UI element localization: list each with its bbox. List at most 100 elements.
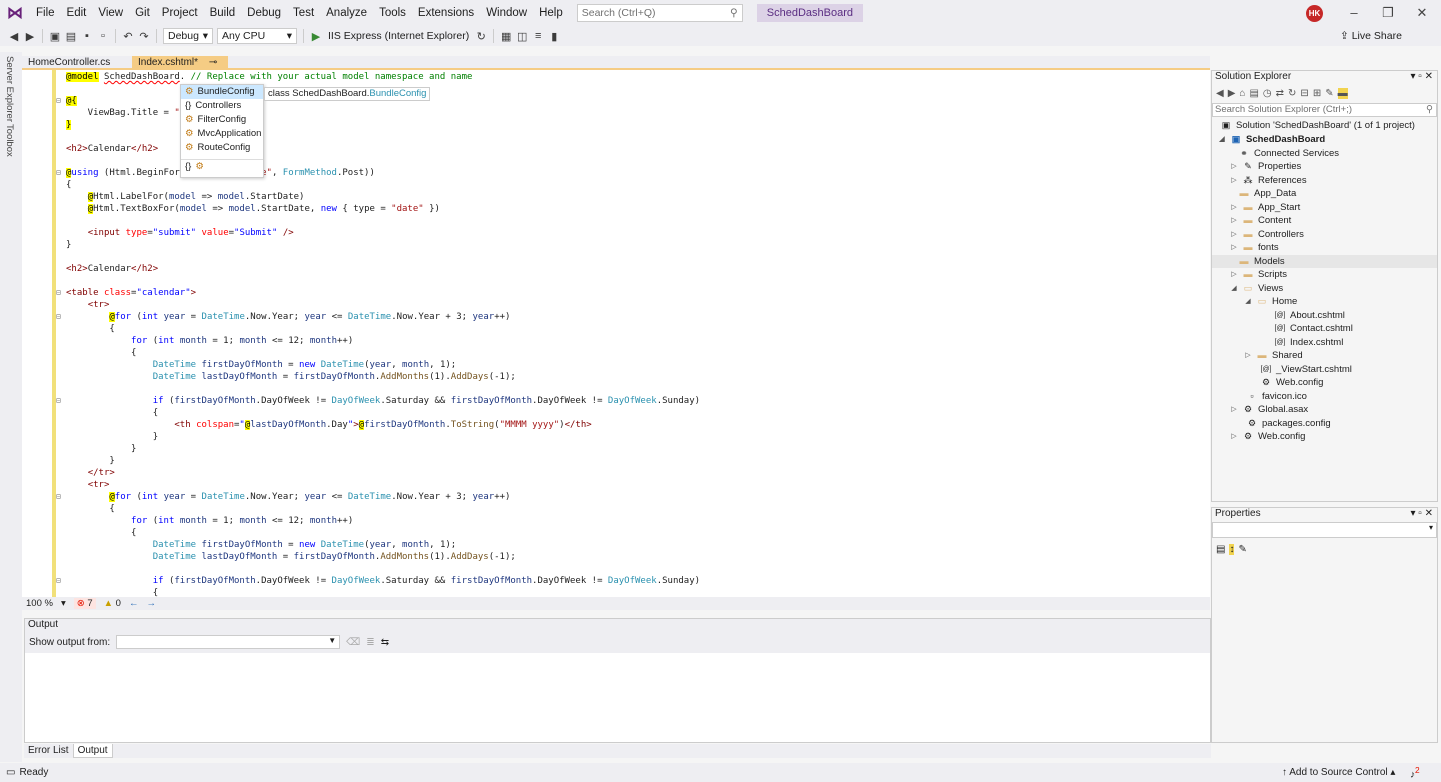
tree-solution[interactable]: ▣ Solution 'SchedDashBoard' (1 of 1 proje… — [1220, 119, 1415, 132]
collapsed-icon[interactable]: ▷ — [1230, 268, 1238, 281]
notifications[interactable]: ♪2 — [1410, 765, 1420, 780]
collapsed-icon[interactable]: ▷ — [1230, 228, 1238, 241]
switch-views-icon[interactable]: ▤ — [1249, 88, 1258, 99]
toolbox-tab[interactable]: Toolbox — [4, 124, 15, 157]
tab-homecontroller[interactable]: HomeController.cs — [22, 56, 130, 70]
next-issue-icon[interactable]: → — [146, 598, 156, 609]
menu-debug[interactable]: Debug — [241, 0, 287, 26]
completion-item[interactable]: {} Controllers — [181, 99, 263, 113]
tree-file[interactable]: ▫ favicon.ico — [1246, 390, 1307, 403]
collapse-all-icon[interactable]: ⊟ — [1300, 88, 1308, 99]
tree-properties[interactable]: ▷ ✎ Properties — [1230, 160, 1301, 173]
completion-item[interactable]: ⚙ MvcApplication — [181, 127, 263, 141]
menu-tools[interactable]: Tools — [373, 0, 412, 26]
sync-icon[interactable]: ⇄ — [1276, 88, 1284, 99]
property-pages-icon[interactable]: ✎ — [1238, 544, 1246, 555]
new-project-icon[interactable]: ▣ — [47, 30, 63, 43]
menu-git[interactable]: Git — [129, 0, 156, 26]
collapsed-icon[interactable]: ▷ — [1230, 160, 1238, 173]
menu-window[interactable]: Window — [480, 0, 533, 26]
tab-output[interactable]: Output — [72, 744, 113, 758]
visual-studio-logo-icon[interactable]: ⋈ — [0, 0, 30, 26]
avatar[interactable]: HK — [1306, 5, 1323, 22]
undo-icon[interactable]: ↶ — [120, 30, 136, 43]
properties-icon[interactable]: ✎ — [1325, 88, 1333, 99]
clear-icon[interactable]: ⌫ — [346, 637, 360, 648]
find-icon[interactable]: ≣ — [366, 637, 374, 648]
expanded-icon[interactable]: ◢ — [1244, 295, 1252, 308]
tree-folder[interactable]: ▷ ▬ Controllers — [1230, 228, 1304, 241]
collapsed-icon[interactable]: ▷ — [1230, 403, 1238, 416]
home-icon[interactable]: ⌂ — [1239, 88, 1245, 99]
back-icon[interactable]: ◀ — [6, 30, 22, 43]
expanded-icon[interactable]: ◢ — [1218, 133, 1226, 146]
refresh-icon[interactable]: ↻ — [473, 30, 489, 43]
tab-error-list[interactable]: Error List — [24, 744, 73, 758]
bookmark-icon[interactable]: ▮ — [546, 30, 562, 43]
tree-file[interactable]: ⚙ Web.config — [1260, 376, 1323, 389]
tree-folder[interactable]: ▷ ▬ Content — [1230, 214, 1291, 227]
pane-controls[interactable]: ▾ ▫ ✕ — [1411, 508, 1434, 520]
tree-file[interactable]: [@] _ViewStart.cshtml — [1260, 363, 1352, 376]
alphabetical-icon[interactable]: ↕ — [1229, 543, 1235, 555]
tree-folder[interactable]: ◢ ▭ Views — [1230, 282, 1283, 295]
save-icon[interactable]: ▪ — [79, 30, 95, 42]
refresh-icon[interactable]: ↻ — [1288, 88, 1296, 99]
tree-file[interactable]: ▷ ⚙ Global.asax — [1230, 403, 1308, 416]
tree-file[interactable]: [@] Index.cshtml — [1274, 336, 1344, 349]
solution-search-input[interactable]: Search Solution Explorer (Ctrl+;) ⚲ — [1212, 103, 1437, 117]
tree-folder[interactable]: ▷ ▬ Shared — [1244, 349, 1302, 362]
completion-item[interactable]: ⚙ FilterConfig — [181, 113, 263, 127]
preview-icon[interactable]: ▬ — [1337, 87, 1348, 99]
run-icon[interactable]: ▶ — [308, 30, 324, 43]
open-folder-icon[interactable]: ▤ — [63, 30, 79, 43]
show-all-files-icon[interactable]: ⊞ — [1313, 88, 1321, 99]
history-icon[interactable]: ◷ — [1263, 88, 1272, 99]
minimize-button[interactable]: – — [1337, 0, 1371, 26]
tree-project[interactable]: ◢ ▣ SchedDashBoard — [1218, 133, 1325, 146]
server-explorer-tab[interactable]: Server Explorer — [4, 56, 15, 122]
object-selector[interactable]: ▾ — [1212, 522, 1437, 538]
menu-extensions[interactable]: Extensions — [412, 0, 480, 26]
menu-project[interactable]: Project — [156, 0, 204, 26]
restore-button[interactable]: ❐ — [1371, 0, 1405, 26]
output-source-select[interactable]: ▼ — [116, 635, 341, 649]
tree-folder[interactable]: ▷ ▬ App_Start — [1230, 201, 1300, 214]
menu-file[interactable]: File — [30, 0, 61, 26]
completion-item[interactable]: ⚙ BundleConfig — [181, 85, 263, 99]
tree-folder[interactable]: ▷ ▬ Scripts — [1230, 268, 1287, 281]
pin-icon[interactable]: ⊸ — [209, 57, 217, 68]
tree-file[interactable]: [@] About.cshtml — [1274, 309, 1345, 322]
save-all-icon[interactable]: ▫ — [95, 30, 111, 42]
tree-folder[interactable]: ▷ ▬ fonts — [1230, 241, 1278, 254]
completion-item[interactable]: ⚙ RouteConfig — [181, 141, 263, 155]
tree-folder[interactable]: ▬ Models — [1212, 255, 1437, 268]
tree-file[interactable]: [@] Contact.cshtml — [1274, 322, 1353, 335]
live-share-button[interactable]: ⇪ Live Share — [1340, 30, 1402, 42]
warning-count[interactable]: ▲ 0 — [104, 598, 121, 609]
tree-references[interactable]: ▷ ⁂ References — [1230, 174, 1306, 187]
forward-icon[interactable]: ▶ — [22, 30, 38, 43]
class-filter-icon[interactable]: ⚙ — [195, 160, 204, 173]
collapsed-icon[interactable]: ▷ — [1230, 201, 1238, 214]
menu-edit[interactable]: Edit — [61, 0, 93, 26]
back-icon[interactable]: ◀ — [1216, 88, 1224, 99]
expanded-icon[interactable]: ◢ — [1230, 282, 1238, 295]
forward-icon[interactable]: ▶ — [1228, 88, 1236, 99]
redo-icon[interactable]: ↷ — [136, 30, 152, 43]
collapsed-icon[interactable]: ▷ — [1230, 214, 1238, 227]
collapsed-icon[interactable]: ▷ — [1230, 241, 1238, 254]
pane-controls[interactable]: ▾ ▫ ✕ — [1411, 71, 1434, 83]
categorized-icon[interactable]: ▤ — [1216, 544, 1225, 555]
configuration-dropdown[interactable]: Debug ▾ — [163, 28, 213, 44]
menu-view[interactable]: View — [92, 0, 129, 26]
tree-connected-services[interactable]: ⚭ Connected Services — [1238, 147, 1339, 160]
screenshot-icon[interactable]: ◫ — [514, 30, 530, 43]
tree-file[interactable]: ⚙ packages.config — [1246, 417, 1331, 430]
word-wrap-icon[interactable]: ⇆ — [381, 637, 389, 648]
previous-issue-icon[interactable]: ← — [129, 598, 139, 609]
add-to-source-control[interactable]: ↑ Add to Source Control ▴ — [1282, 767, 1395, 778]
menu-analyze[interactable]: Analyze — [320, 0, 373, 26]
close-button[interactable]: ✕ — [1405, 0, 1439, 26]
namespace-filter-icon[interactable]: {} — [185, 160, 191, 173]
